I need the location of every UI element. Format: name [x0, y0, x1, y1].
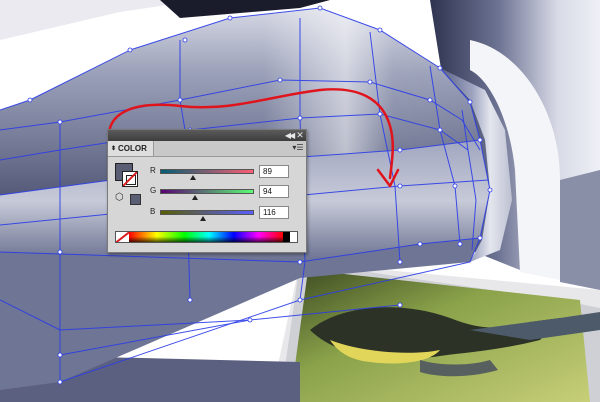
- panel-titlebar[interactable]: ◀◀ ✕: [108, 130, 306, 141]
- close-icon[interactable]: ✕: [295, 130, 305, 141]
- black-white-swatch[interactable]: [283, 232, 297, 242]
- color-spectrum-bar[interactable]: [115, 231, 298, 243]
- b-label: B: [150, 207, 156, 216]
- r-label: R: [150, 166, 156, 175]
- r-slider-thumb[interactable]: [189, 175, 196, 180]
- none-color-swatch[interactable]: [116, 232, 129, 242]
- out-of-gamut-cube-icon[interactable]: ⬡: [115, 193, 125, 203]
- b-slider-thumb[interactable]: [199, 216, 206, 221]
- tab-color[interactable]: ⬍ COLOR: [108, 141, 154, 156]
- tab-color-label: COLOR: [118, 144, 147, 153]
- g-slider-thumb[interactable]: [191, 195, 198, 200]
- color-panel: ◀◀ ✕ ⬍ COLOR ▾☰ ⬡ R 89 G 94 B 116: [107, 129, 307, 253]
- b-value-field[interactable]: 116: [259, 206, 289, 219]
- panel-tabbar: ⬍ COLOR ▾☰: [108, 141, 306, 157]
- b-slider[interactable]: [160, 210, 254, 215]
- g-value-field[interactable]: 94: [259, 185, 289, 198]
- r-value-field[interactable]: 89: [259, 165, 289, 178]
- g-slider[interactable]: [160, 189, 254, 194]
- double-chevron-left-icon[interactable]: ◀◀: [284, 130, 295, 141]
- g-label: G: [150, 186, 157, 195]
- panel-menu-icon[interactable]: ▾☰: [292, 143, 304, 153]
- spectrum-ramp[interactable]: [129, 232, 283, 242]
- web-safe-swatch[interactable]: [130, 194, 141, 205]
- stroke-none-swatch[interactable]: [122, 171, 138, 187]
- r-slider[interactable]: [160, 169, 254, 174]
- updown-arrows-icon[interactable]: ⬍: [111, 146, 116, 152]
